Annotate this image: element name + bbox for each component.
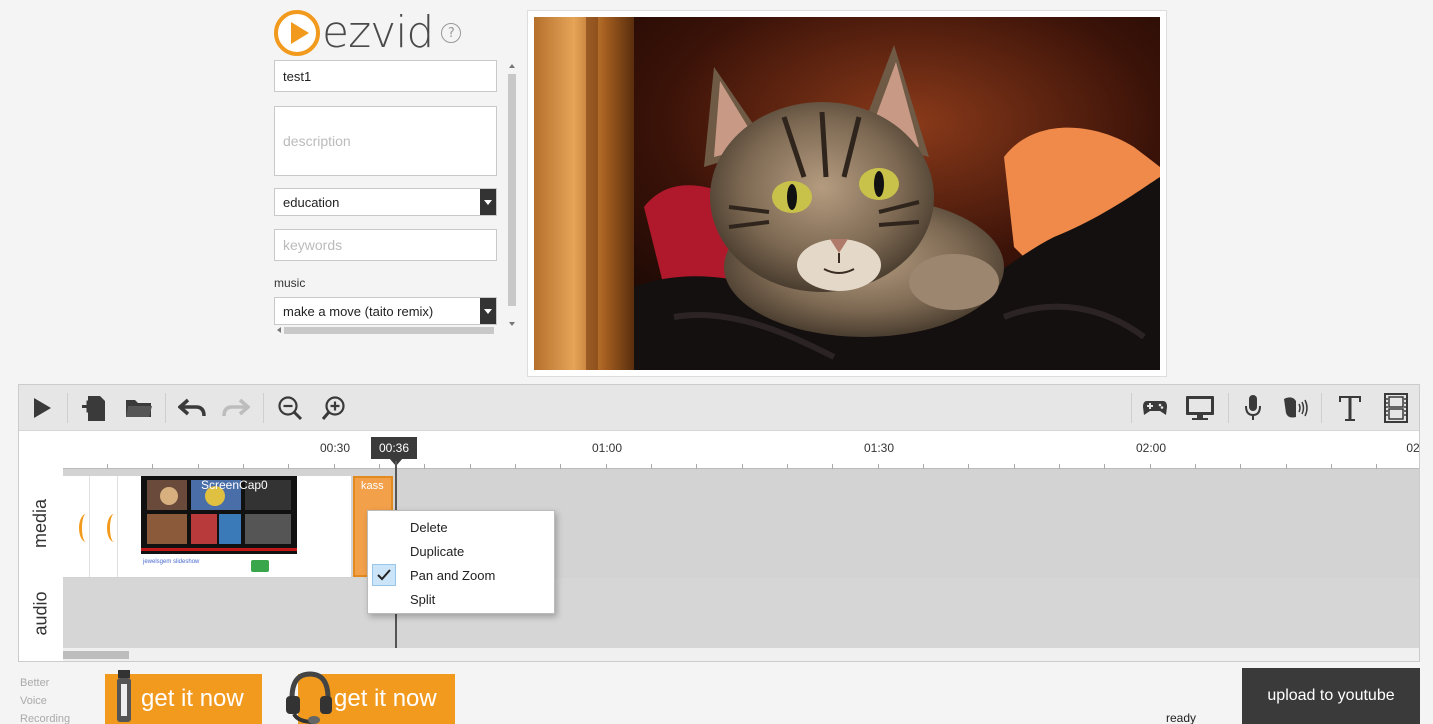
microphone-icon[interactable] [1238, 393, 1268, 423]
menu-item-duplicate[interactable]: Duplicate [368, 539, 554, 563]
gamepad-icon[interactable] [1140, 393, 1170, 423]
form-vertical-scrollbar[interactable] [506, 62, 518, 328]
title-input[interactable]: test1 [274, 60, 497, 92]
add-media-icon[interactable] [79, 393, 109, 423]
zoom-in-icon[interactable] [319, 393, 349, 423]
clip-bracket-icon [79, 514, 93, 542]
scrollbar-thumb[interactable] [508, 74, 516, 306]
scroll-down-icon[interactable] [509, 322, 515, 326]
get-it-now-label: get it now [141, 685, 244, 712]
category-value: education [283, 194, 340, 210]
audio-track-text: audio [30, 590, 51, 636]
menu-item-split[interactable]: Split [368, 587, 554, 611]
timeline-toolbar [19, 385, 1419, 431]
ezvid-logo: ezvid ? [274, 7, 462, 58]
ruler-label: 01:00 [591, 441, 623, 455]
media-track-label: media [19, 469, 63, 578]
logo-text: ezvid [322, 7, 434, 58]
playhead-time[interactable]: 00:36 [371, 437, 417, 459]
clip-bracket-icon [107, 514, 121, 542]
play-icon[interactable] [27, 393, 57, 423]
menu-item-pan-and-zoom[interactable]: Pan and Zoom [368, 563, 554, 587]
microphone-product-icon [113, 670, 135, 724]
audio-track[interactable] [63, 578, 1419, 648]
promo-text: Better Voice Recording [20, 674, 70, 724]
keywords-input[interactable]: keywords [274, 229, 497, 261]
media-clip-bars[interactable] [63, 476, 141, 577]
open-folder-icon[interactable] [124, 393, 154, 423]
scroll-up-icon[interactable] [509, 64, 515, 68]
screen-capture-icon[interactable] [1185, 393, 1215, 423]
filmstrip-icon[interactable] [1381, 393, 1411, 423]
music-value: make a move (taito remix) [283, 303, 434, 319]
toolbar-divider [165, 393, 166, 423]
get-headset-button[interactable]: get it now [286, 671, 455, 724]
cat-preview-image [534, 17, 1160, 370]
play-logo-icon [274, 10, 320, 56]
promo-line: Better [20, 677, 50, 689]
thumbnail-green-button [251, 560, 269, 572]
music-select[interactable]: make a move (taito remix) [274, 297, 497, 325]
checkmark-icon [372, 564, 396, 586]
category-select[interactable]: education [274, 188, 497, 216]
redo-icon[interactable] [221, 393, 251, 423]
screencap-clip-title: ScreenCap0 [201, 478, 268, 492]
toolbar-divider [1321, 393, 1322, 423]
media-track-text: media [30, 498, 51, 549]
clip-context-menu: Delete Duplicate Pan and Zoom Split [367, 510, 555, 614]
ruler-label: 02:00 [1135, 441, 1167, 455]
menu-item-label: Delete [410, 519, 448, 535]
scrollbar-thumb[interactable] [63, 651, 129, 659]
get-microphone-button[interactable]: get it now [105, 670, 262, 724]
status-text: ready [1166, 711, 1197, 724]
ruler-label: 02 [1406, 441, 1420, 455]
audio-track-label: audio [19, 578, 63, 648]
chevron-down-icon[interactable] [480, 298, 496, 324]
timeline-panel: 00:30 01:00 01:30 02:00 02 media audio S… [18, 384, 1420, 662]
media-clip-screencap[interactable]: ScreenCap0 jewelsgem slideshow [139, 476, 351, 577]
timeline-horizontal-scrollbar[interactable] [63, 648, 1419, 661]
description-input[interactable]: description [274, 106, 497, 176]
scroll-left-icon[interactable] [277, 327, 281, 333]
form-horizontal-scrollbar[interactable] [276, 326, 494, 335]
help-icon[interactable]: ? [441, 23, 462, 43]
zoom-out-icon[interactable] [275, 393, 305, 423]
undo-icon[interactable] [177, 393, 207, 423]
get-it-now-label: get it now [334, 685, 437, 712]
chevron-down-icon[interactable] [480, 189, 496, 215]
music-label: music [274, 276, 306, 290]
toolbar-divider [263, 393, 264, 423]
menu-item-label: Duplicate [410, 543, 465, 559]
timeline-ruler[interactable]: 00:30 01:00 01:30 02:00 02 [19, 431, 1420, 469]
headset-product-icon [284, 670, 332, 724]
ruler-label: 00:30 [319, 441, 351, 455]
toolbar-divider [1131, 393, 1132, 423]
upload-to-youtube-button[interactable]: upload to youtube [1242, 668, 1420, 724]
promo-line: Voice [20, 695, 47, 707]
voice-synthesis-icon[interactable] [1282, 393, 1312, 423]
promo-line: Recording [20, 713, 71, 724]
text-icon[interactable] [1335, 393, 1365, 423]
menu-item-delete[interactable]: Delete [368, 515, 554, 539]
menu-item-label: Pan and Zoom [410, 567, 496, 583]
video-preview[interactable] [527, 10, 1167, 377]
toolbar-divider [67, 393, 68, 423]
screencap-clip-caption: jewelsgem slideshow [143, 559, 200, 565]
image-clip-title: kass [361, 480, 384, 492]
toolbar-divider [1228, 393, 1229, 423]
ruler-label: 01:30 [863, 441, 895, 455]
menu-item-label: Split [410, 591, 436, 607]
scrollbar-thumb[interactable] [284, 327, 494, 334]
